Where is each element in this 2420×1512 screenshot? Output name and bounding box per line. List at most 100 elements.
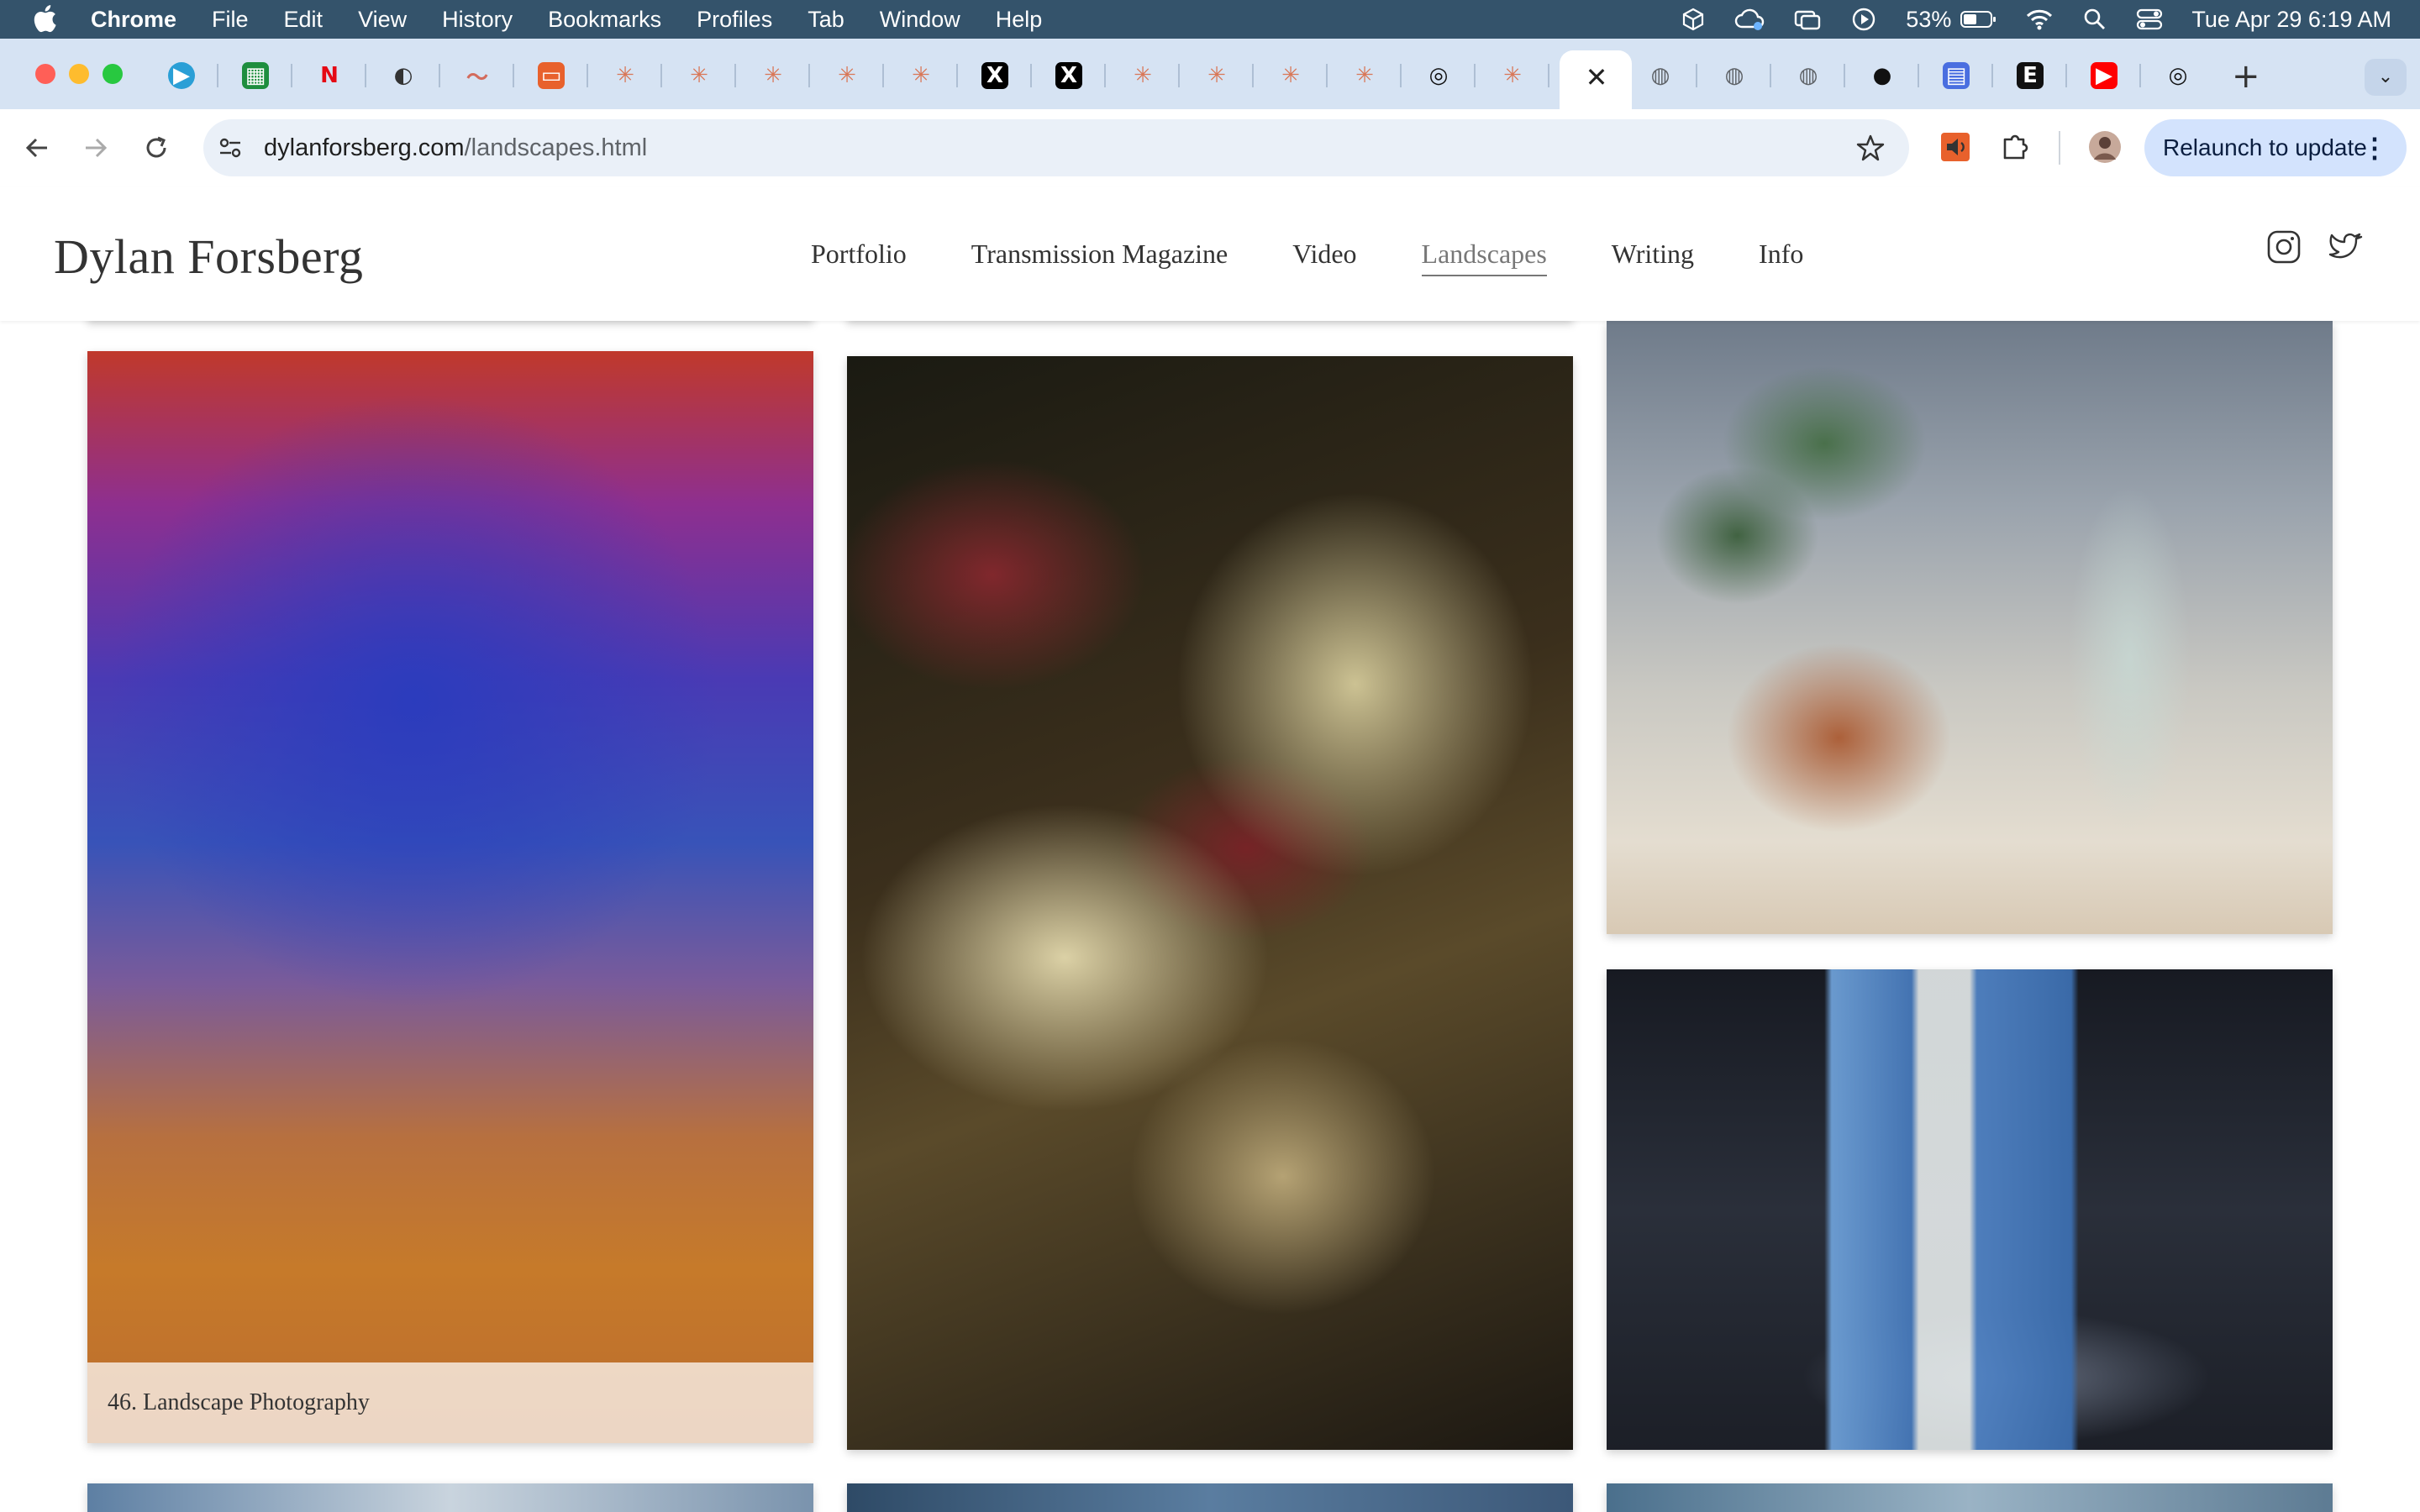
menu-history[interactable]: History <box>442 7 513 33</box>
cloud-sync-icon[interactable] <box>1734 7 1765 32</box>
tab-separator <box>1252 64 1254 87</box>
nav-transmission-magazine[interactable]: Transmission Magazine <box>971 239 1228 276</box>
apple-icon[interactable] <box>32 3 57 34</box>
tab-separator <box>1696 64 1697 87</box>
bookmark-star-icon[interactable] <box>1855 133 1886 163</box>
back-arrow-icon[interactable] <box>22 133 52 163</box>
site-info-icon[interactable] <box>215 133 245 163</box>
browser-toolbar: dylanforsberg.com/landscapes.html Relaun… <box>0 109 2420 187</box>
zoom-window-button[interactable] <box>103 64 123 84</box>
openai-icon[interactable]: ◎ <box>2165 62 2191 89</box>
perplexity-icon[interactable]: ◐ <box>390 62 417 89</box>
menu-app-name[interactable]: Chrome <box>91 7 176 33</box>
photo-color-gradient[interactable]: 46. Landscape Photography <box>87 351 813 1443</box>
tab-separator <box>587 64 588 87</box>
photo-caption: 46. Landscape Photography <box>87 1362 813 1443</box>
tab-separator <box>365 64 366 87</box>
claude-icon[interactable]: ✳ <box>686 62 713 89</box>
tab-search-button[interactable]: ⌄ <box>2365 59 2407 96</box>
nav-portfolio[interactable]: Portfolio <box>811 239 907 276</box>
claude-icon[interactable]: ✳ <box>908 62 934 89</box>
menu-help[interactable]: Help <box>996 7 1043 33</box>
spotlight-search-icon[interactable] <box>2082 7 2107 32</box>
tab-close-icon[interactable]: ✕ <box>1580 60 1613 94</box>
claude-icon[interactable]: ✳ <box>612 62 639 89</box>
photo-next-col2[interactable] <box>847 1483 1573 1512</box>
photo-next-col1[interactable] <box>87 1483 813 1512</box>
nav-writing[interactable]: Writing <box>1612 239 1694 276</box>
url-path: /landscapes.html <box>464 134 648 161</box>
netflix-icon[interactable]: N <box>316 62 343 89</box>
sheets-icon[interactable]: ▦ <box>242 62 269 89</box>
menu-file[interactable]: File <box>212 7 249 33</box>
photo-leaf-closeup[interactable] <box>847 356 1573 1450</box>
x-icon[interactable]: X <box>981 62 1008 89</box>
wifi-icon[interactable] <box>2025 8 2054 31</box>
toolbar-divider <box>2059 131 2060 165</box>
openai-icon[interactable]: ◎ <box>1425 62 1452 89</box>
squiggle-icon[interactable]: 〜 <box>464 62 491 91</box>
x-icon[interactable]: X <box>1055 62 1082 89</box>
relaunch-to-update-button[interactable]: Relaunch to update ⋮ <box>2144 119 2407 176</box>
tab-strip: ▶ ▦ N ◐ 〜 ▭ ✳ ✳ ✳ ✳ ✳ X X ✳ ✳ ✳ ✳ ◎ ✳ ◍ ◍ ◍ ● ▤ E ▶ ◎ ✕ + ⌄ <box>0 39 2420 109</box>
instagram-icon[interactable] <box>2265 228 2302 265</box>
claude-icon[interactable]: ✳ <box>760 62 786 89</box>
more-menu-icon[interactable]: ⋮ <box>2361 119 2388 176</box>
nav-landscapes[interactable]: Landscapes <box>1421 239 1547 276</box>
photo-next-col3[interactable] <box>1607 1483 2333 1512</box>
reload-icon[interactable] <box>141 133 171 163</box>
photo-succulent-bottle[interactable] <box>1607 321 2333 934</box>
tab-separator <box>660 64 662 87</box>
claude-icon[interactable]: ✳ <box>1499 62 1526 89</box>
globe-icon[interactable]: ◍ <box>1647 62 1674 89</box>
box-icon[interactable] <box>1681 7 1706 32</box>
forward-arrow-icon[interactable] <box>81 133 111 163</box>
minimize-window-button[interactable] <box>69 64 89 84</box>
twitter-icon[interactable] <box>2328 228 2365 265</box>
audio-extension-icon[interactable] <box>1938 129 1973 165</box>
claude-icon[interactable]: ✳ <box>1203 62 1230 89</box>
menubar-datetime[interactable]: Tue Apr 29 6:19 AM <box>2191 7 2391 33</box>
dashboard-icon[interactable]: ▤ <box>1943 62 1970 89</box>
menu-profiles[interactable]: Profiles <box>697 7 772 33</box>
menu-edit[interactable]: Edit <box>284 7 324 33</box>
bookmark-app-icon[interactable]: ▭ <box>538 62 565 89</box>
extensions-puzzle-icon[interactable] <box>1998 129 2033 165</box>
claude-icon[interactable]: ✳ <box>834 62 860 89</box>
tab-separator <box>808 64 810 87</box>
menu-bookmarks[interactable]: Bookmarks <box>548 7 661 33</box>
tab-separator <box>1844 64 1845 87</box>
close-window-button[interactable] <box>35 64 55 84</box>
play-icon[interactable]: ▶ <box>168 62 195 89</box>
play-circle-icon[interactable] <box>1850 6 1877 33</box>
tab-separator <box>1030 64 1032 87</box>
new-tab-button[interactable]: + <box>2232 57 2260 96</box>
tab-separator <box>1770 64 1771 87</box>
url-text[interactable]: dylanforsberg.com/landscapes.html <box>264 119 647 176</box>
menu-tab[interactable]: Tab <box>808 7 844 33</box>
claude-icon[interactable]: ✳ <box>1351 62 1378 89</box>
photo-bedroom-curtains[interactable] <box>1607 969 2333 1450</box>
tab-separator <box>291 64 292 87</box>
globe-icon[interactable]: ◍ <box>1721 62 1748 89</box>
tab-separator <box>1548 64 1549 87</box>
menu-window[interactable]: Window <box>880 7 960 33</box>
github-icon[interactable]: ● <box>1869 62 1896 89</box>
battery-icon[interactable] <box>1960 9 1996 29</box>
profile-avatar[interactable] <box>2087 129 2123 165</box>
control-center-icon[interactable] <box>2136 7 2163 32</box>
nav-video[interactable]: Video <box>1292 239 1356 276</box>
battery-percent: 53% <box>1906 6 1952 32</box>
menu-view[interactable]: View <box>358 7 407 33</box>
tab-separator <box>1918 64 1919 87</box>
address-bar[interactable]: dylanforsberg.com/landscapes.html <box>203 119 1909 176</box>
claude-icon[interactable]: ✳ <box>1277 62 1304 89</box>
nav-info[interactable]: Info <box>1759 239 1803 276</box>
screen-mirror-icon[interactable] <box>1793 7 1822 32</box>
site-title[interactable]: Dylan Forsberg <box>54 228 363 285</box>
globe-icon[interactable]: ◍ <box>1795 62 1822 89</box>
tab-separator <box>439 64 440 87</box>
e-icon[interactable]: E <box>2017 62 2044 89</box>
claude-icon[interactable]: ✳ <box>1129 62 1156 89</box>
youtube-icon[interactable]: ▶ <box>2091 62 2118 89</box>
